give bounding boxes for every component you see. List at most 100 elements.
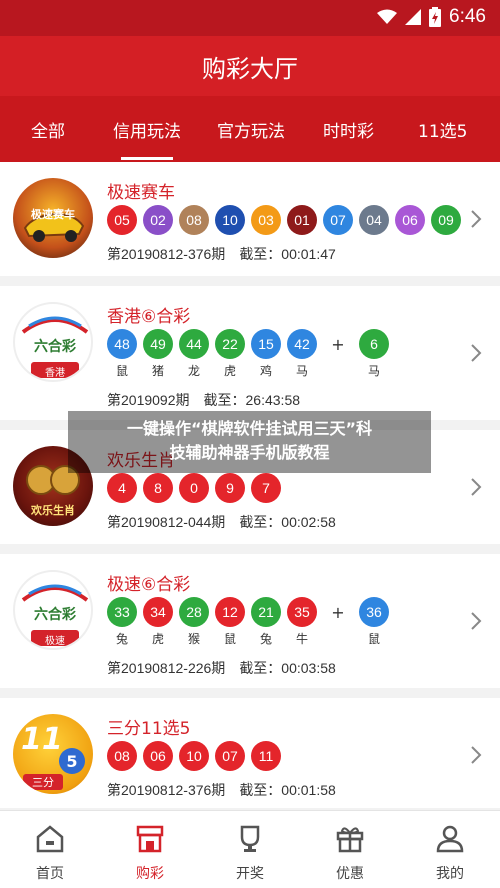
chevron-right-icon[interactable] (466, 607, 486, 635)
game-title: 极速赛车 (107, 183, 175, 203)
plus-sign: + (331, 334, 345, 354)
result-ball: 10 (179, 741, 209, 771)
zodiac-label: 马 (295, 364, 308, 378)
issue-number: 第20190812-376期 (107, 246, 226, 262)
result-balls: 4 8 0 9 7 (107, 473, 287, 503)
logo-sub: 极速 (45, 636, 65, 647)
category-tabs: 全部 信用玩法 官方玩法 时时彩 11选5 (0, 96, 500, 162)
result-ball: 06 (395, 205, 425, 235)
chevron-right-icon[interactable] (466, 473, 486, 501)
zodiac-row: 兔 虎 猴 鼠 兔 牛 鼠 (107, 630, 395, 647)
tab-all[interactable]: 全部 (31, 117, 65, 142)
zodiac-label: 兔 (259, 632, 272, 646)
chevron-right-icon[interactable] (466, 205, 486, 233)
result-ball: 33 (107, 597, 137, 627)
zodiac-label: 龙 (187, 364, 200, 378)
result-ball: 7 (251, 473, 281, 503)
tab-credit-play[interactable]: 信用玩法 (113, 117, 181, 160)
special-zodiac-label: 马 (367, 364, 380, 378)
bottom-nav: 首页 购彩 开奖 优惠 我的 (0, 810, 500, 888)
result-ball: 44 (179, 329, 209, 359)
result-ball: 34 (143, 597, 173, 627)
zodiac-spacer (323, 630, 353, 647)
result-ball: 03 (251, 205, 281, 235)
result-ball: 22 (215, 329, 245, 359)
tab-time-lottery[interactable]: 时时彩 (323, 117, 374, 142)
zodiac-spacer (323, 362, 353, 379)
zodiac-row: 鼠 猪 龙 虎 鸡 马 马 (107, 362, 395, 379)
logo-badge: 5 (59, 748, 85, 774)
zodiac-label: 虎 (223, 364, 236, 378)
result-ball: 02 (143, 205, 173, 235)
chevron-right-icon[interactable] (466, 741, 486, 769)
zodiac-label: 兔 (115, 632, 128, 646)
nav-draw-results[interactable]: 开奖 (200, 811, 300, 888)
result-balls: 48 49 44 22 15 42 + 6 (107, 329, 395, 359)
result-balls: 08 06 10 07 11 (107, 741, 287, 771)
game-title: 三分11选5 (107, 719, 191, 739)
deadline: 截至：00:02:58 (239, 514, 336, 530)
speed-mark-six-logo: 六合彩 极速 (13, 570, 93, 650)
issue-line: 第2019092期 截至：26:43:58 (107, 390, 300, 410)
tab-11-choose-5[interactable]: 11选5 (418, 117, 467, 142)
overlay-line-2: 技辅助神器手机版教程 (169, 443, 330, 462)
nav-label: 购彩 (136, 866, 164, 882)
nav-buy-lottery[interactable]: 购彩 (100, 811, 200, 888)
nav-home[interactable]: 首页 (0, 811, 100, 888)
title-bar: 购彩大厅 (0, 36, 500, 96)
result-ball: 05 (107, 205, 137, 235)
result-ball: 04 (359, 205, 389, 235)
nav-label: 开奖 (236, 866, 264, 882)
special-zodiac-label: 鼠 (367, 632, 380, 646)
nav-promotions[interactable]: 优惠 (300, 811, 400, 888)
nav-label: 优惠 (336, 866, 364, 882)
nav-label: 首页 (36, 866, 64, 882)
result-ball: 08 (107, 741, 137, 771)
result-ball: 4 (107, 473, 137, 503)
logo-text: 六合彩 (34, 339, 76, 355)
result-ball: 06 (143, 741, 173, 771)
status-time: 6:46 (449, 6, 486, 27)
result-ball: 21 (251, 597, 281, 627)
logo-text: 极速赛车 (31, 208, 75, 221)
home-icon (36, 825, 64, 853)
game-card-hk-mark-six[interactable]: 六合彩 香港 香港⑥合彩 48 49 44 22 15 42 + 6 鼠 猪 龙… (0, 286, 500, 420)
game-card-3min-11-choose-5[interactable]: 11 5 三分 三分11选5 08 06 10 07 11 第20190812-… (0, 698, 500, 808)
nav-profile[interactable]: 我的 (400, 811, 500, 888)
result-ball: 08 (179, 205, 209, 235)
result-ball: 12 (215, 597, 245, 627)
3min-11-choose-5-logo: 11 5 三分 (13, 714, 93, 794)
issue-number: 第20190812-226期 (107, 660, 226, 676)
result-ball: 09 (431, 205, 461, 235)
status-bar: 6:46 (0, 0, 500, 36)
result-ball: 28 (179, 597, 209, 627)
deadline: 截至：00:03:58 (239, 660, 336, 676)
logo-sub: 香港 (45, 368, 65, 379)
speed-racing-logo: 极速赛车 (13, 178, 93, 258)
page-title: 购彩大厅 (202, 54, 298, 83)
result-balls: 05 02 08 10 03 01 07 04 06 09 (107, 205, 467, 235)
deadline: 截至：26:43:58 (203, 392, 301, 408)
signal-icon (405, 9, 422, 25)
zodiac-label: 虎 (151, 632, 164, 646)
tab-official-play[interactable]: 官方玩法 (217, 117, 285, 142)
result-ball: 42 (287, 329, 317, 359)
special-ball: 6 (359, 329, 389, 359)
battery-icon (429, 7, 442, 27)
result-ball: 11 (251, 741, 281, 771)
deadline: 截至：00:01:58 (239, 782, 336, 798)
deadline: 截至：00:01:47 (239, 246, 336, 262)
wifi-icon (377, 9, 398, 24)
result-ball: 49 (143, 329, 173, 359)
logo-text: 六合彩 (34, 607, 76, 623)
logo-sub: 三分 (23, 774, 63, 790)
game-card-speed-racing[interactable]: 极速赛车 极速赛车 05 02 08 10 03 01 07 04 06 09 … (0, 162, 500, 276)
game-card-speed-mark-six[interactable]: 六合彩 极速 极速⑥合彩 33 34 28 12 21 35 + 36 兔 虎 … (0, 554, 500, 688)
trophy-icon (240, 825, 260, 852)
issue-number: 第20190812-376期 (107, 782, 226, 798)
user-icon (436, 825, 464, 853)
overlay-line-1: 一键操作“棋牌软件挂试用三天”科 (126, 419, 373, 438)
chevron-right-icon[interactable] (466, 339, 486, 367)
issue-line: 第20190812-376期 截至：00:01:47 (107, 244, 336, 264)
result-ball: 07 (215, 741, 245, 771)
